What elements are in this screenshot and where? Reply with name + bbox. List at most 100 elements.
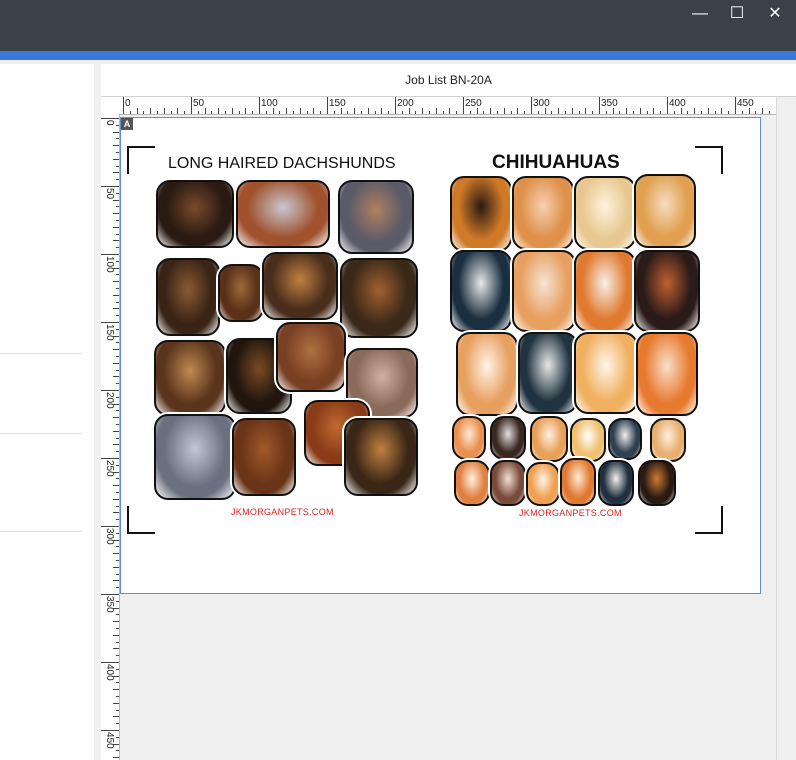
ruler-tick <box>101 254 119 255</box>
left-panel[interactable] <box>0 64 95 760</box>
ruler-tick <box>101 118 119 119</box>
ruler-tick <box>116 192 119 194</box>
ruler-tick <box>517 108 519 114</box>
ruler-tick <box>113 199 119 201</box>
ruler-tick <box>116 356 119 357</box>
ruler-label: 400 <box>104 664 115 681</box>
chihuahua-sticker <box>490 460 526 506</box>
ruler-tick <box>293 111 294 114</box>
ruler-tick <box>116 152 119 153</box>
ruler-tick <box>113 213 119 215</box>
ruler-tick <box>116 655 119 657</box>
ruler-tick <box>327 97 328 114</box>
ruler-tick <box>694 108 696 114</box>
ruler-tick <box>116 396 119 398</box>
ruler-tick <box>286 108 288 114</box>
ruler-tick <box>252 111 254 114</box>
ruler-tick <box>116 560 119 561</box>
ruler-label: 250 <box>465 98 482 109</box>
ruler-tick <box>116 505 119 507</box>
ruler-tick <box>367 108 369 114</box>
ruler-tick <box>449 108 451 114</box>
ruler-tick <box>113 689 119 691</box>
chihuahua-sticker <box>634 250 700 332</box>
ruler-tick <box>333 111 335 114</box>
chihuahua-sticker <box>490 416 526 460</box>
ruler-tick <box>116 274 119 276</box>
chihuahua-sticker <box>574 176 636 250</box>
ruler-label: 0 <box>104 120 115 126</box>
ruler-tick <box>306 111 308 114</box>
close-button[interactable]: ✕ <box>755 0 795 30</box>
ruler-tick <box>707 108 709 114</box>
ruler-tick <box>653 108 655 114</box>
ruler-tick <box>116 220 119 221</box>
ruler-tick <box>116 451 119 453</box>
ruler-tick <box>113 757 119 759</box>
ruler-tick <box>116 424 119 425</box>
chihuahua-sticker <box>512 176 574 250</box>
ruler-label: 450 <box>104 732 115 749</box>
ruler-tick <box>136 108 138 114</box>
ruler-tick <box>599 97 600 114</box>
ruler-tick <box>116 328 119 330</box>
ruler-tick <box>116 587 119 589</box>
panel-divider <box>0 433 82 434</box>
ruler-tick <box>101 594 119 595</box>
ruler-tick <box>714 111 716 114</box>
ruler-tick <box>388 111 390 114</box>
ruler-tick <box>374 111 376 114</box>
vertical-ruler: 0 50 100 150 200 250 300 350 400 450 <box>101 114 120 760</box>
ruler-tick <box>101 322 119 323</box>
chihuahua-sticker <box>608 418 642 460</box>
ruler-tick <box>701 111 702 114</box>
ruler-tick <box>646 111 648 114</box>
ruler-tick <box>435 108 437 114</box>
chihuahua-sticker <box>452 416 486 460</box>
ruler-tick <box>660 111 662 114</box>
ruler-tick <box>585 108 587 114</box>
minimize-icon: — <box>692 5 708 22</box>
ruler-tick <box>211 111 213 114</box>
panel-splitter[interactable] <box>94 64 100 760</box>
ruler-tick <box>259 97 260 114</box>
panel-divider <box>0 531 82 532</box>
ruler-tick <box>429 111 430 114</box>
ruler-tick <box>116 464 119 466</box>
ruler-tick <box>361 111 362 114</box>
ruler-corner <box>101 97 120 115</box>
ruler-tick <box>265 111 267 114</box>
dachshund-sticker <box>344 418 418 496</box>
ruler-tick <box>116 342 119 344</box>
ruler-tick <box>619 111 621 114</box>
ruler-label: 100 <box>104 256 115 273</box>
ruler-tick <box>116 410 119 412</box>
ruler-tick <box>116 124 119 126</box>
ruler-tick <box>113 716 119 718</box>
chihuahua-sticker <box>574 332 638 414</box>
ruler-tick <box>113 226 119 228</box>
ruler-label: 200 <box>397 98 414 109</box>
ruler-tick <box>123 97 124 114</box>
ruler-label: 250 <box>104 460 115 477</box>
ruler-tick <box>113 281 119 283</box>
ruler-tick <box>113 308 119 310</box>
ruler-tick <box>191 97 192 114</box>
ruler-label: 350 <box>601 98 618 109</box>
vertical-scrollbar[interactable] <box>776 97 796 760</box>
minimize-button[interactable]: — <box>680 0 720 30</box>
ruler-label: 300 <box>533 98 550 109</box>
dachshund-sticker <box>154 414 236 500</box>
ruler-tick <box>524 111 526 114</box>
ruler-tick <box>497 111 498 114</box>
dachshund-sticker <box>156 258 220 336</box>
ruler-tick <box>116 247 119 249</box>
chihuahua-sticker <box>518 332 578 414</box>
maximize-button[interactable]: ☐ <box>717 0 757 30</box>
ruler-label: 100 <box>261 98 278 109</box>
chihuahua-url: JKMORGANPETS.COM <box>519 508 622 518</box>
ruler-tick <box>143 111 145 114</box>
ruler-tick <box>116 369 119 371</box>
ruler-tick <box>113 702 119 704</box>
ruler-tick <box>116 492 119 493</box>
